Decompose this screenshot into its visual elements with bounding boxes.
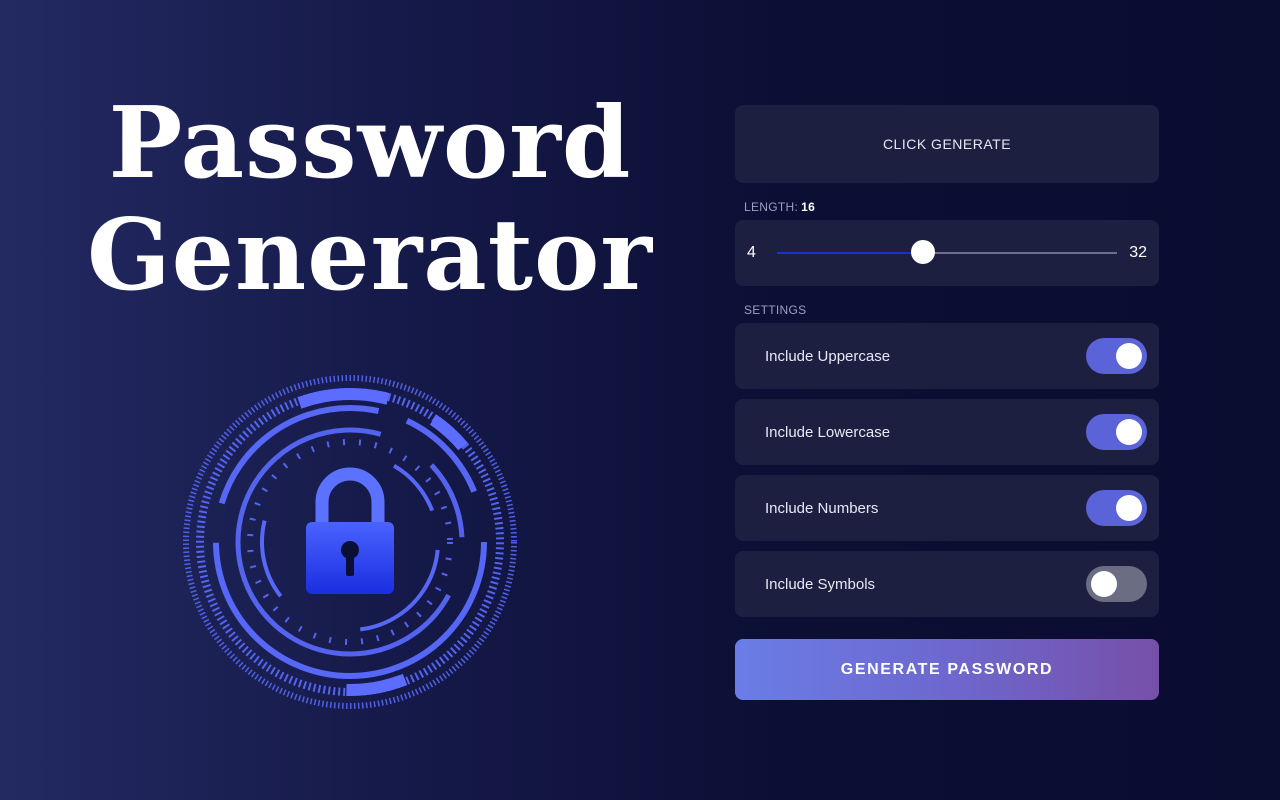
hero-title: Password Generator xyxy=(40,88,700,312)
setting-symbols-label: Include Symbols xyxy=(765,575,876,593)
length-label-text: LENGTH: xyxy=(744,200,799,214)
toggle-knob xyxy=(1116,343,1142,369)
uppercase-toggle[interactable] xyxy=(1086,338,1147,374)
length-label: LENGTH: 16 xyxy=(744,200,1159,214)
setting-numbers: Include Numbers xyxy=(735,475,1159,541)
setting-uppercase: Include Uppercase xyxy=(735,323,1159,389)
setting-lowercase-label: Include Lowercase xyxy=(765,423,891,441)
setting-lowercase: Include Lowercase xyxy=(735,399,1159,465)
slider-thumb[interactable] xyxy=(910,240,935,264)
password-output[interactable]: CLICK GENERATE xyxy=(735,105,1159,183)
setting-symbols: Include Symbols xyxy=(735,551,1159,617)
slider-min-label: 4 xyxy=(747,244,756,261)
setting-numbers-label: Include Numbers xyxy=(765,499,879,517)
length-value: 16 xyxy=(801,200,816,214)
slider-fill xyxy=(777,252,923,254)
length-slider[interactable] xyxy=(777,240,1117,264)
lowercase-toggle[interactable] xyxy=(1086,414,1147,450)
generator-panel: CLICK GENERATE LENGTH: 16 4 32 SETTINGS … xyxy=(735,105,1159,700)
toggle-knob xyxy=(1091,571,1117,597)
numbers-toggle[interactable] xyxy=(1086,490,1147,526)
toggle-knob xyxy=(1116,419,1142,445)
setting-uppercase-label: Include Uppercase xyxy=(765,347,891,365)
toggle-knob xyxy=(1116,495,1142,521)
hero-title-line-1: Password xyxy=(108,86,632,201)
padlock-icon xyxy=(183,375,517,709)
password-output-text: CLICK GENERATE xyxy=(882,136,1012,152)
symbols-toggle[interactable] xyxy=(1086,566,1147,602)
security-graphic xyxy=(180,372,520,712)
settings-label: SETTINGS xyxy=(744,303,807,317)
length-slider-card: 4 32 xyxy=(735,220,1159,286)
hero-title-line-2: Generator xyxy=(86,198,654,313)
generate-password-button[interactable]: GENERATE PASSWORD xyxy=(735,639,1159,700)
slider-max-label: 32 xyxy=(1129,244,1147,261)
